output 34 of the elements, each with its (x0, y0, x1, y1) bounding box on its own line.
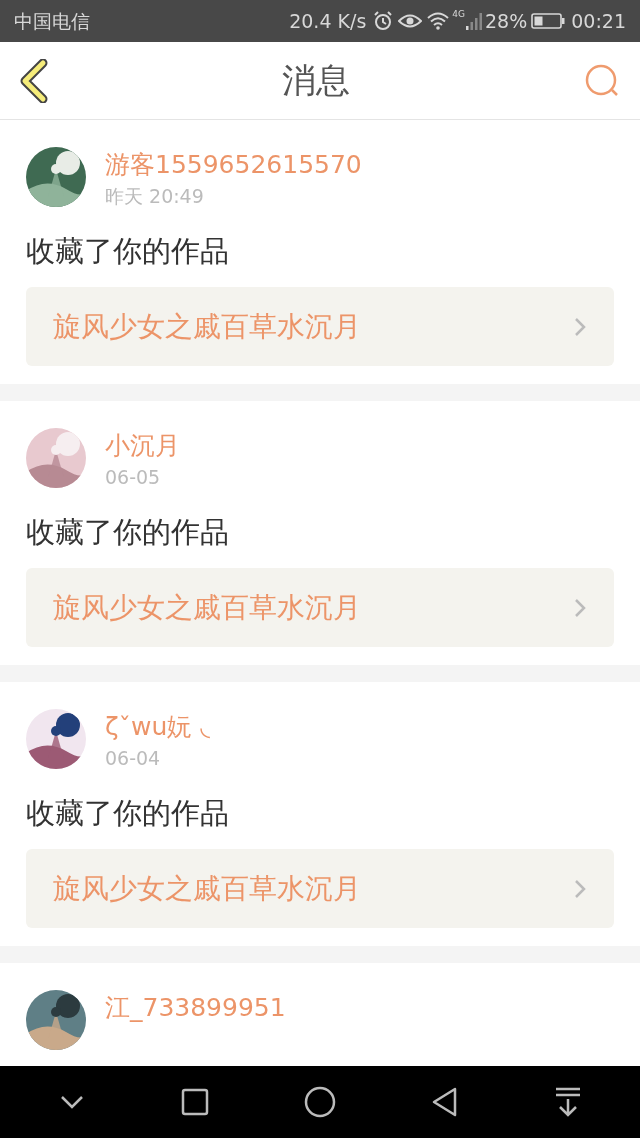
chevron-right-icon (573, 315, 587, 338)
work-link[interactable]: 旋风少女之戚百草水沉月 (26, 568, 614, 647)
page-title: 消息 (282, 59, 350, 102)
work-link[interactable]: 旋风少女之戚百草水沉月 (26, 849, 614, 928)
message-text: 收藏了你的作品 (26, 233, 230, 270)
chevron-right-icon (573, 877, 587, 900)
message-text: 收藏了你的作品 (26, 514, 230, 551)
carrier-name: 中国电信 (14, 8, 90, 34)
battery-icon (531, 12, 566, 30)
user-name[interactable]: 小沉月 (105, 428, 180, 464)
back-button[interactable] (18, 58, 50, 103)
work-link[interactable]: 旋风少女之戚百草水沉月 (26, 287, 614, 366)
home-button[interactable] (303, 1086, 336, 1118)
back-icon (19, 58, 49, 103)
battery-percent: 28% (485, 8, 528, 34)
notification-button[interactable] (554, 1087, 583, 1117)
user-name[interactable]: 游客1559652615570 (105, 147, 362, 183)
message-text: 收藏了你的作品 (26, 795, 230, 832)
signal-icon (465, 11, 483, 31)
message-time: 06-05 (105, 465, 162, 490)
circle-icon (303, 1086, 336, 1118)
eye-icon (398, 12, 423, 30)
user-name[interactable]: 江_733899951 (105, 990, 286, 1026)
network-type: 4G (452, 8, 465, 21)
pull-down-icon (554, 1087, 583, 1117)
message-time: 昨天 20:49 (105, 184, 205, 209)
square-icon (180, 1088, 209, 1116)
recents-button[interactable] (180, 1088, 209, 1116)
wifi-icon (426, 11, 451, 31)
clock-time: 00:21 (571, 8, 626, 34)
message-time: 06-04 (105, 746, 162, 771)
chevron-right-icon (573, 596, 587, 619)
network-speed: 20.4 K/s (289, 8, 367, 34)
user-name[interactable]: ζˇwu妧 ◟ (105, 709, 211, 745)
